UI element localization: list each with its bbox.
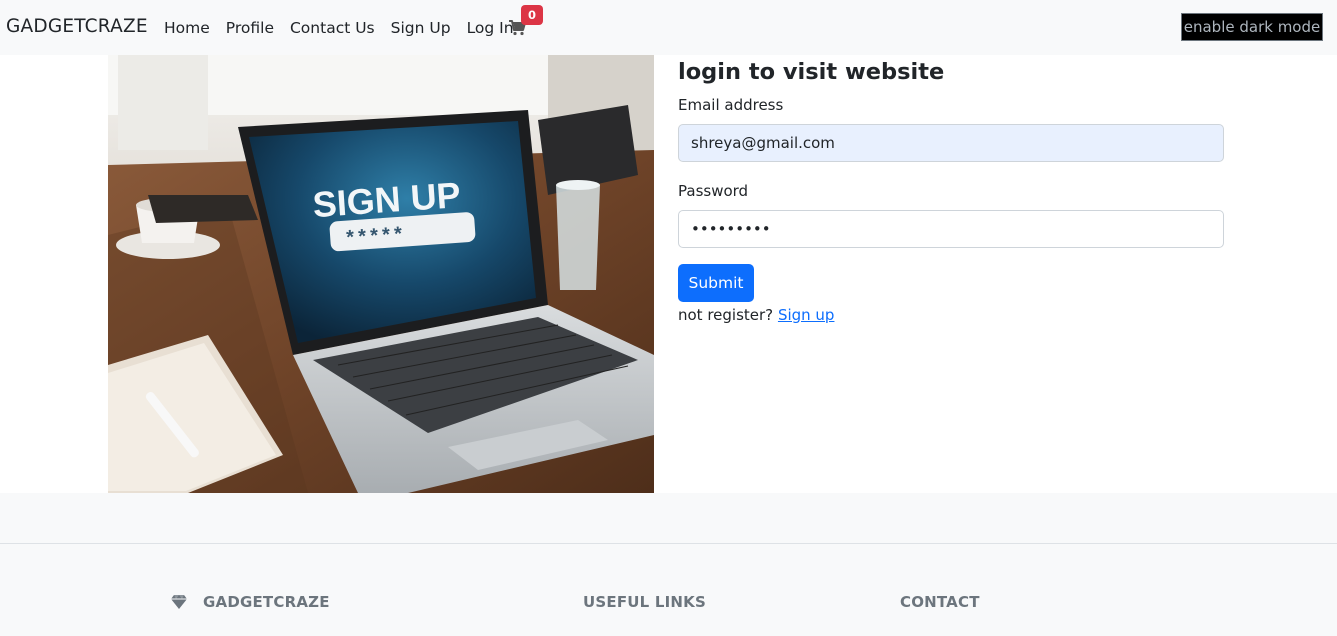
footer-brand-heading: GADGETCRAZE: [203, 593, 330, 611]
gem-icon: [171, 594, 187, 609]
footer-contact-heading: CONTACT: [900, 593, 980, 611]
nav-links: Home Profile Contact Us Sign Up Log In: [164, 18, 530, 38]
brand-logo[interactable]: GADGETCRAZE: [6, 16, 148, 38]
password-label: Password: [678, 182, 749, 200]
footer: [0, 544, 1337, 636]
dark-mode-toggle-button[interactable]: enable dark mode: [1181, 13, 1323, 41]
nav-link-home[interactable]: Home: [164, 18, 210, 38]
footer-social-band: [0, 493, 1337, 544]
nav-link-contact-us[interactable]: Contact Us: [290, 18, 375, 38]
nav-link-profile[interactable]: Profile: [226, 18, 274, 38]
hero-password-text: *****: [344, 225, 405, 252]
email-label: Email address: [678, 96, 784, 114]
navbar: GADGETCRAZE Home Profile Contact Us Sign…: [0, 0, 1337, 55]
nav-link-sign-up[interactable]: Sign Up: [391, 18, 451, 38]
nav-link-log-in[interactable]: Log In: [467, 18, 514, 38]
login-title: login to visit website: [678, 59, 945, 85]
footer-useful-links-heading: USEFUL LINKS: [583, 593, 706, 611]
sign-up-link[interactable]: Sign up: [778, 306, 835, 324]
register-prompt: not register? Sign up: [678, 305, 834, 325]
register-text: not register?: [678, 306, 774, 324]
cart-count-badge: 0: [521, 5, 543, 25]
email-input[interactable]: [678, 124, 1224, 162]
submit-button[interactable]: Submit: [678, 264, 754, 302]
password-input[interactable]: [678, 210, 1224, 248]
hero-image: SIGN UP *****: [108, 55, 654, 493]
